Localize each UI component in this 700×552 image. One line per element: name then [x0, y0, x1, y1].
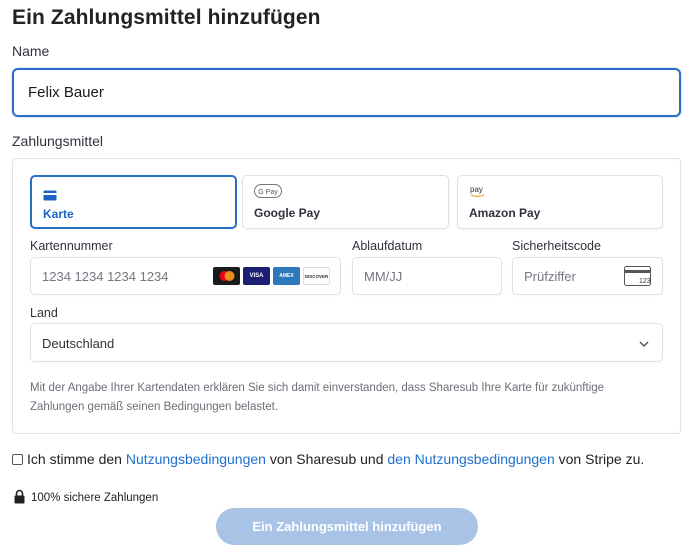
chevron-down-icon — [638, 337, 650, 355]
sharesub-terms-link[interactable]: Nutzungsbedingungen — [126, 451, 266, 467]
tab-amazon-pay-label: Amazon Pay — [469, 206, 541, 220]
card-brand-icons: VISA AMEX DISCOVER — [213, 267, 330, 285]
tab-google-pay-label: Google Pay — [254, 206, 321, 220]
card-number-label: Kartennummer — [30, 239, 113, 253]
tab-amazon-pay[interactable]: pay Amazon Pay — [457, 175, 663, 229]
page-title: Ein Zahlungsmittel hinzufügen — [12, 6, 321, 29]
terms-text-1: Ich stimme den — [27, 451, 126, 467]
secure-payments-text: 100% sichere Zahlungen — [31, 492, 159, 504]
cvc-label: Sicherheitscode — [512, 239, 601, 253]
tab-card[interactable]: Karte — [30, 175, 237, 229]
amazon-pay-icon: pay — [469, 184, 491, 203]
secure-payments-note: 100% sichere Zahlungen — [13, 489, 158, 507]
payment-method-label: Zahlungsmittel — [12, 133, 104, 149]
country-label: Land — [30, 306, 58, 320]
expiry-label: Ablaufdatum — [352, 239, 423, 253]
add-payment-method-button[interactable]: Ein Zahlungsmittel hinzufügen — [216, 508, 478, 545]
expiry-input[interactable] — [352, 257, 502, 295]
cvc-card-icon: 123 — [624, 266, 651, 291]
terms-text-2: von Sharesub und — [265, 451, 388, 467]
tab-card-label: Karte — [43, 207, 74, 221]
svg-text:123: 123 — [639, 278, 651, 285]
visa-icon: VISA — [243, 267, 270, 285]
amex-icon: AMEX — [273, 267, 300, 285]
mastercard-icon — [213, 267, 240, 285]
terms-checkbox[interactable] — [12, 454, 23, 465]
discover-icon: DISCOVER — [303, 267, 330, 285]
name-input[interactable] — [12, 68, 681, 117]
tab-google-pay[interactable]: G Pay Google Pay — [242, 175, 449, 229]
google-pay-icon: G Pay — [254, 184, 282, 203]
svg-text:pay: pay — [470, 185, 483, 194]
country-select[interactable]: Deutschland — [30, 323, 663, 362]
card-consent-notice: Mit der Angabe Ihrer Kartendaten erkläre… — [30, 382, 605, 413]
country-select-value: Deutschland — [42, 336, 115, 351]
stripe-terms-link[interactable]: den Nutzungsbedingungen — [387, 451, 554, 467]
card-icon — [43, 188, 57, 206]
lock-icon — [13, 489, 26, 507]
terms-agreement: Ich stimme den Nutzungsbedingungen von S… — [12, 448, 692, 470]
name-label: Name — [12, 43, 50, 59]
svg-text:G Pay: G Pay — [258, 189, 278, 196]
terms-text-3: von Stripe zu. — [554, 451, 645, 467]
